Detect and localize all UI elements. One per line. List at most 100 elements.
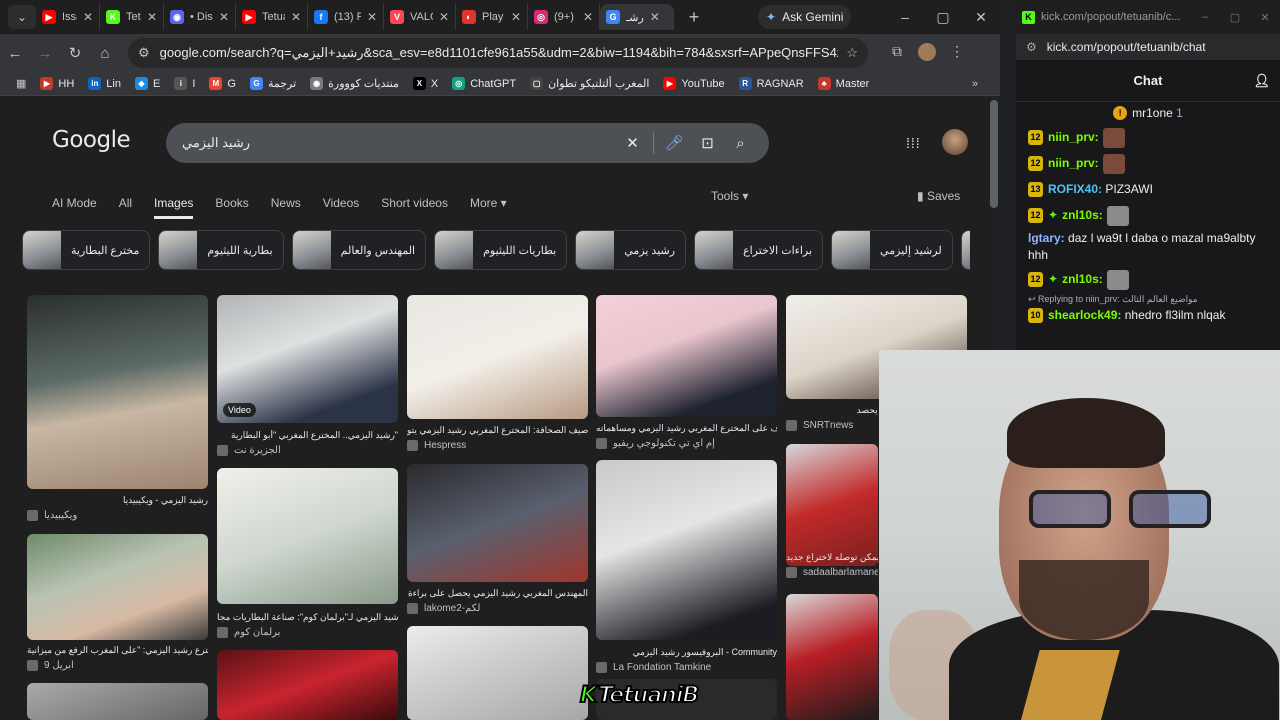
minimize-icon[interactable]: – [1190, 11, 1220, 24]
image-result[interactable] [27, 683, 208, 720]
refinement-chip[interactable]: مخترع البطارية [22, 230, 151, 270]
browser-tab[interactable]: f (13) Fac ✕ [308, 4, 384, 30]
maximize-icon[interactable]: ▢ [924, 9, 962, 26]
refinement-chip[interactable]: فترع [960, 230, 970, 270]
image-result-source[interactable]: La Fondation Tamkine [596, 662, 777, 673]
chat-username[interactable]: niin_prv: [1048, 130, 1099, 144]
close-icon[interactable]: ✕ [962, 9, 1000, 26]
new-tab-icon[interactable]: + [682, 7, 706, 28]
search-icon[interactable]: ⌕ [724, 135, 757, 152]
image-result[interactable] [596, 460, 777, 640]
refinement-chip[interactable]: بطاريات الليثيوم [434, 230, 568, 270]
refinement-chip[interactable]: بطارية الليثيوم [158, 230, 284, 270]
image-result[interactable] [786, 594, 878, 720]
image-result-caption[interactable]: وصيف الصحافة: المخترع المغربي رشيد اليزم… [407, 425, 588, 436]
saves-button[interactable]: ▮ Saves [917, 189, 960, 203]
image-result-caption[interactable]: رشيد اليزمي - ويكيبيديا [27, 495, 208, 506]
browser-menu-icon[interactable]: ⋮ [942, 43, 972, 64]
image-result[interactable] [407, 626, 588, 720]
google-apps-icon[interactable]: ⁞⁞⁞ [906, 135, 921, 151]
search-tab[interactable]: Books [215, 196, 248, 210]
ask-gemini-button[interactable]: ✦ Ask Gemini [758, 5, 852, 29]
chat-users-icon[interactable]: 👤︎ [1253, 73, 1270, 89]
address-url[interactable]: google.com/search?q=رشيد+اليزمي&sca_esv=… [160, 45, 839, 61]
search-box[interactable]: رشيد اليزمي ✕ 🎤︎ ⊡ ⌕ [166, 123, 769, 163]
bookmark-item[interactable]: iI [174, 77, 195, 90]
bookmark-item[interactable]: G ترجمة [249, 77, 296, 90]
tab-close-icon[interactable]: ✕ [511, 10, 521, 24]
refinement-chip[interactable]: براءات الاختراع [694, 230, 824, 270]
chat-username[interactable]: znl10s: [1062, 272, 1103, 286]
bookmark-item[interactable]: XX [412, 77, 438, 90]
tab-search-icon[interactable]: ⌄ [8, 5, 36, 29]
chat-username[interactable]: lgtary: [1028, 231, 1065, 245]
bookmark-item[interactable]: ▶ HH [40, 77, 74, 90]
browser-tab[interactable]: G رشـ ✕ [600, 4, 674, 30]
tab-close-icon[interactable]: ✕ [583, 10, 593, 24]
refinement-chip[interactable]: لرشيد إليزمي [831, 230, 953, 270]
back-icon[interactable]: ← [0, 45, 30, 62]
page-scrollbar[interactable] [990, 100, 998, 208]
image-result-caption[interactable]: تعرّف على المخترع المغربي رشيد اليزمي وم… [596, 423, 777, 434]
bookmarks-overflow-icon[interactable]: » [972, 78, 978, 90]
bookmark-item[interactable]: ◆ E [134, 77, 160, 90]
search-tab[interactable]: Short videos [381, 196, 448, 210]
site-info-icon[interactable]: ⚙ [138, 45, 150, 61]
image-result[interactable] [786, 444, 878, 566]
tab-close-icon[interactable]: ✕ [439, 10, 449, 24]
pinned-gifter[interactable]: ! mr1one 1 [1016, 102, 1280, 124]
site-info-icon[interactable]: ⚙ [1026, 40, 1037, 54]
image-result[interactable]: Video [217, 295, 398, 423]
apps-grid-icon[interactable]: ▦ [16, 77, 26, 90]
address-bar[interactable]: ⚙ google.com/search?q=رشيد+اليزمي&sca_es… [128, 38, 868, 68]
browser-tab[interactable]: ▶ Tetuan ✕ [236, 4, 308, 30]
image-result-caption[interactable]: رشيد اليزمي.. المخترع المغربي "أبو البطا… [217, 430, 398, 441]
google-account-avatar[interactable] [942, 129, 968, 155]
search-tab[interactable]: All [119, 196, 132, 210]
chat-username[interactable]: niin_prv: [1048, 156, 1099, 170]
chat-username[interactable]: znl10s: [1062, 208, 1103, 222]
image-result-caption[interactable]: المهندس المغربي رشيد اليزمي يحصل على برا… [407, 588, 588, 599]
browser-tab[interactable]: K Tetu ✕ [100, 4, 164, 30]
search-tab[interactable]: More ▾ [470, 196, 507, 210]
tab-close-icon[interactable]: ✕ [147, 10, 157, 24]
tab-close-icon[interactable]: ✕ [83, 10, 93, 24]
bookmark-item[interactable]: ▢ المغرب ألتلتيكو تطوان [530, 77, 649, 90]
tab-close-icon[interactable]: ✕ [219, 10, 229, 24]
search-tab[interactable]: Images [154, 196, 194, 219]
bookmark-item[interactable]: MG [209, 77, 236, 90]
image-result[interactable] [407, 295, 588, 419]
browser-tab[interactable]: ▶ Issa ✕ [36, 4, 100, 30]
image-result-caption[interactable]: المخترع رشيد اليزمي: "على المغرب الرفع م… [27, 645, 208, 656]
refinement-chip[interactable]: رشيد يزمي [575, 230, 687, 270]
image-result-source[interactable]: ويكيبيديا [27, 510, 208, 521]
bookmark-star-icon[interactable]: ☆ [846, 45, 858, 61]
browser-tab[interactable]: ◐ Play Pla ✕ [456, 4, 528, 30]
image-result-source[interactable]: lakome2-لكم [407, 603, 588, 614]
forward-icon[interactable]: → [30, 45, 60, 62]
image-result[interactable] [217, 650, 398, 720]
tab-close-icon[interactable]: ✕ [650, 10, 660, 24]
image-result-source[interactable]: Hespress [407, 440, 588, 451]
close-icon[interactable]: ✕ [1250, 11, 1280, 24]
image-result-source[interactable]: 9 أبريل [27, 660, 208, 671]
image-result[interactable] [27, 295, 208, 489]
extensions-icon[interactable]: ⧉ [882, 43, 912, 64]
profile-avatar[interactable] [912, 42, 942, 64]
chat-username[interactable]: shearlock49: [1048, 308, 1121, 322]
minimize-icon[interactable]: – [886, 9, 924, 26]
reload-icon[interactable]: ↻ [60, 44, 90, 62]
image-result-caption[interactable]: رشيد اليزمي لـ"برلمان كوم": صناعة البطار… [217, 612, 398, 623]
search-tab[interactable]: AI Mode [52, 196, 97, 210]
home-icon[interactable]: ⌂ [90, 45, 120, 62]
bookmark-item[interactable]: ◎ ChatGPT [452, 77, 516, 90]
image-result[interactable] [27, 534, 208, 640]
image-result-source[interactable]: الجزيرة نت [217, 445, 398, 456]
bookmark-item[interactable]: R RAGNAR [738, 77, 804, 90]
clear-icon[interactable]: ✕ [616, 134, 649, 152]
mic-icon[interactable]: 🎤︎ [658, 134, 691, 152]
refinement-chip[interactable]: المهندس والعالم [291, 230, 427, 270]
chat-username[interactable]: ROFIX40: [1048, 182, 1102, 196]
tab-close-icon[interactable]: ✕ [291, 10, 301, 24]
browser-tab[interactable]: ◎ (9+) Ins ✕ [528, 4, 600, 30]
